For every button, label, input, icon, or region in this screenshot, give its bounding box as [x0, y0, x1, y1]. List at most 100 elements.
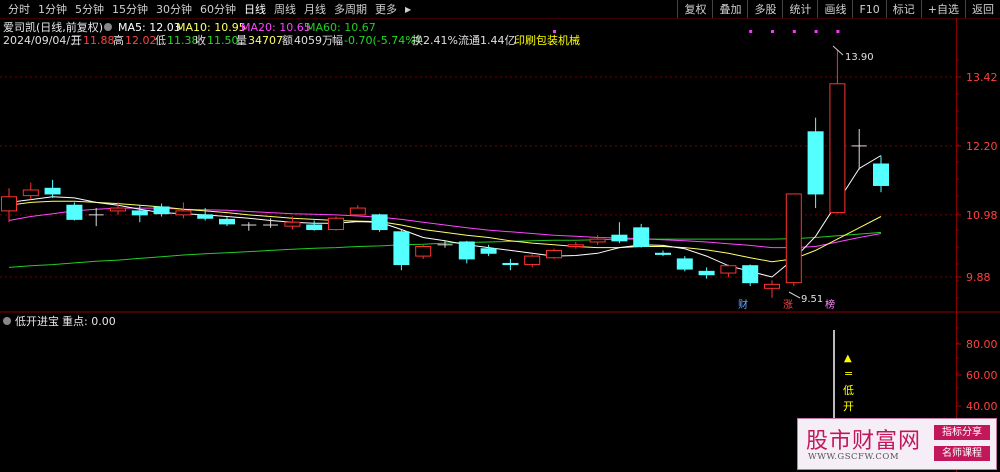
- candle[interactable]: [1, 188, 17, 223]
- candle[interactable]: [676, 256, 693, 272]
- watermark-url: WWW.GSCFW.COM: [808, 452, 900, 462]
- top-marker-dot: [814, 30, 818, 33]
- period-tab-9[interactable]: 多周期: [330, 1, 371, 17]
- volume-value: 34707: [248, 34, 283, 47]
- toolbar-button-5[interactable]: F10: [852, 0, 885, 18]
- candle[interactable]: [742, 264, 759, 287]
- candle[interactable]: [764, 280, 780, 298]
- candle-body: [742, 265, 759, 284]
- signal-up-arrow: ▲: [844, 353, 852, 364]
- candle[interactable]: [655, 250, 671, 257]
- quote-date: 2024/09/04/三: [3, 34, 81, 47]
- toolbar-button-4[interactable]: 画线: [817, 0, 852, 18]
- candle[interactable]: [88, 208, 104, 227]
- candle[interactable]: [567, 241, 584, 249]
- candle[interactable]: [589, 235, 606, 245]
- toolbar-button-7[interactable]: +自选: [920, 0, 965, 18]
- signal-text-low: 低: [843, 384, 854, 397]
- candle[interactable]: [873, 156, 889, 193]
- candle-body: [589, 238, 606, 243]
- low-price-label: 9.51: [801, 294, 823, 305]
- industry-link[interactable]: 印刷包装机械: [514, 33, 580, 47]
- candle[interactable]: [502, 258, 519, 271]
- candle-body: [546, 249, 562, 259]
- period-tab-10[interactable]: 更多: [371, 1, 401, 17]
- candle-body: [1, 196, 17, 212]
- candle[interactable]: [371, 213, 388, 232]
- candle[interactable]: [851, 128, 867, 170]
- candle[interactable]: [66, 202, 83, 221]
- candle-body: [873, 163, 889, 186]
- high-price-label: 13.90: [845, 52, 874, 63]
- candle[interactable]: [175, 202, 192, 219]
- candle-body: [219, 218, 235, 225]
- candle[interactable]: [546, 248, 562, 259]
- candle[interactable]: [807, 117, 824, 209]
- candle[interactable]: [328, 216, 344, 231]
- indicator-settings-icon[interactable]: [3, 317, 11, 325]
- candle[interactable]: [241, 222, 257, 231]
- candle-body: [110, 207, 126, 212]
- ma60-line: [8, 231, 882, 268]
- candle-body: [328, 217, 344, 231]
- settings-icon[interactable]: [104, 23, 112, 31]
- candle-body: [306, 224, 323, 231]
- period-tab-2[interactable]: 5分钟: [71, 1, 108, 17]
- kline-chart[interactable]: 爱司凯(日线,前复权) MA5: 12.03 MA10: 10.95 MA20:…: [0, 18, 1000, 472]
- period-tab-3[interactable]: 15分钟: [108, 1, 152, 17]
- candle-body: [676, 258, 693, 270]
- candle-body: [197, 214, 214, 219]
- ma60-label: MA60: 10.67: [306, 21, 376, 34]
- toolbar-button-6[interactable]: 标记: [885, 0, 921, 18]
- period-tab-7[interactable]: 周线: [270, 1, 300, 17]
- period-tab-5[interactable]: 60分钟: [196, 1, 240, 17]
- candle-body: [785, 193, 802, 284]
- candle[interactable]: [829, 49, 846, 214]
- period-tab-6[interactable]: 日线: [240, 1, 270, 17]
- candle[interactable]: [219, 216, 235, 227]
- candle[interactable]: [44, 179, 61, 198]
- candle[interactable]: [633, 223, 650, 248]
- candle[interactable]: [22, 182, 39, 200]
- period-tab-8[interactable]: 月线: [300, 1, 330, 17]
- low-label: 低: [155, 34, 166, 47]
- top-marker-dot: [836, 30, 840, 33]
- candle-body: [371, 214, 388, 231]
- stock-name[interactable]: 爱司凯(日线,前复权): [3, 20, 103, 34]
- quote-info: 2024/09/04/三 开 11.88 高 12.02 低 11.38 收 1…: [3, 33, 580, 47]
- toolbar-button-3[interactable]: 统计: [782, 0, 817, 18]
- marker-limit-up[interactable]: 涨: [783, 299, 793, 311]
- watermark-tag-share[interactable]: 指标分享: [934, 425, 990, 440]
- candle[interactable]: [720, 264, 737, 277]
- candle[interactable]: [415, 244, 432, 259]
- toolbar-button-0[interactable]: 复权: [677, 0, 712, 18]
- more-arrow-icon[interactable]: ▶: [401, 5, 415, 14]
- watermark-tag-course[interactable]: 名师课程: [934, 446, 990, 461]
- open-label: 开: [71, 34, 82, 47]
- toolbar-button-8[interactable]: 返回: [965, 0, 1000, 18]
- period-tab-1[interactable]: 1分钟: [34, 1, 71, 17]
- period-tab-0[interactable]: 分时: [4, 1, 34, 17]
- candle[interactable]: [306, 220, 323, 231]
- candle[interactable]: [524, 254, 541, 268]
- marker-ranking[interactable]: 榜: [825, 298, 835, 311]
- top-marker-dot: [792, 30, 796, 33]
- signal-equals: =: [844, 367, 853, 380]
- candle[interactable]: [611, 222, 628, 244]
- toolbar-button-2[interactable]: 多股: [747, 0, 782, 18]
- candle[interactable]: [349, 205, 366, 217]
- price-tick-label-1: 12.20: [966, 140, 998, 153]
- watermark-title: 股市财富网: [806, 429, 922, 454]
- candle[interactable]: [458, 240, 475, 264]
- candle[interactable]: [393, 229, 410, 271]
- candle[interactable]: [785, 193, 802, 287]
- marker-finance[interactable]: 财: [738, 298, 748, 311]
- indicator-axis-label-2: 40.00: [966, 400, 998, 413]
- toolbar-button-1[interactable]: 叠加: [712, 0, 747, 18]
- period-tab-4[interactable]: 30分钟: [152, 1, 196, 17]
- ma10-label: MA10: 10.95: [176, 21, 246, 34]
- candle-body: [633, 227, 650, 247]
- candles[interactable]: [1, 49, 889, 298]
- top-marker-dot: [771, 30, 774, 33]
- indicator-name[interactable]: 低开进宝: [15, 314, 59, 328]
